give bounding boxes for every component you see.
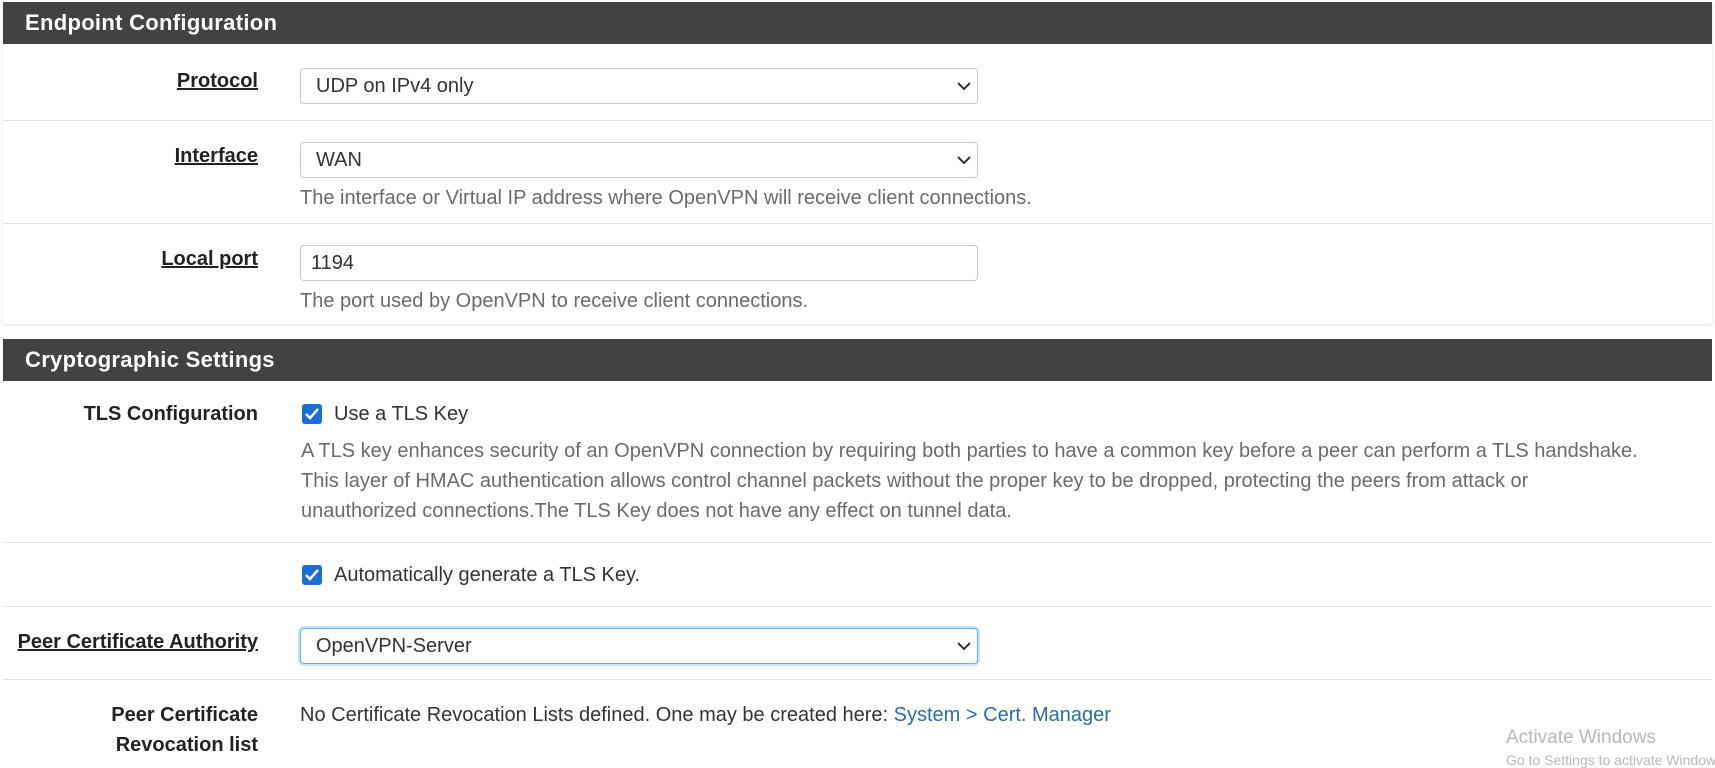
auto-tls-row: Automatically generate a TLS Key. <box>3 542 1712 606</box>
local-port-label: Local port <box>161 248 258 270</box>
tls-label: TLS Configuration <box>83 403 258 425</box>
chevron-down-icon <box>957 156 971 165</box>
protocol-value: UDP on IPv4 only <box>316 75 474 97</box>
peer-crl-text: No Certificate Revocation Lists defined.… <box>300 704 1111 727</box>
crypto-heading: Cryptographic Settings <box>3 339 1712 381</box>
protocol-select[interactable]: UDP on IPv4 only <box>300 68 978 104</box>
peer-ca-label: Peer Certificate Authority <box>17 631 258 653</box>
protocol-label: Protocol <box>176 70 258 92</box>
peer-crl-row: Peer Certificate Revocation list No Cert… <box>3 679 1712 768</box>
tls-help-line-3: unauthorized connections.The TLS Key doe… <box>301 500 1012 522</box>
local-port-help: The port used by OpenVPN to receive clie… <box>300 290 809 312</box>
peer-ca-row: Peer Certificate Authority OpenVPN-Serve… <box>3 606 1712 679</box>
activate-windows-title: Activate Windows <box>1506 727 1656 748</box>
peer-ca-select[interactable]: OpenVPN-Server <box>300 628 978 664</box>
checkmark-icon <box>305 569 319 581</box>
auto-tls-checkbox[interactable] <box>302 565 322 585</box>
tls-help-line-2: This layer of HMAC authentication allows… <box>301 470 1529 492</box>
auto-tls-checkbox-label: Automatically generate a TLS Key. <box>334 564 641 586</box>
interface-value: WAN <box>316 149 362 171</box>
peer-crl-label-2: Revocation list <box>115 734 258 756</box>
crypto-panel: Cryptographic Settings TLS Configuration… <box>3 339 1712 768</box>
peer-ca-value: OpenVPN-Server <box>316 635 472 657</box>
cert-manager-link[interactable]: System > Cert. Manager <box>894 704 1111 726</box>
local-port-value: 1194 <box>311 252 355 274</box>
tls-checkbox[interactable] <box>302 404 322 424</box>
tls-row: TLS Configuration Use a TLS Key A TLS ke… <box>3 381 1712 542</box>
peer-crl-message: No Certificate Revocation Lists defined.… <box>300 704 894 726</box>
endpoint-panel: Endpoint Configuration Protocol UDP on I… <box>3 2 1712 324</box>
chevron-down-icon <box>957 642 971 651</box>
local-port-row: Local port 1194 The port used by OpenVPN… <box>3 223 1712 324</box>
interface-row: Interface WAN The interface or Virtual I… <box>3 120 1712 223</box>
interface-select[interactable]: WAN <box>300 142 978 178</box>
checkmark-icon <box>305 408 319 420</box>
chevron-down-icon <box>957 82 971 91</box>
protocol-row: Protocol UDP on IPv4 only <box>3 44 1712 120</box>
tls-checkbox-label: Use a TLS Key <box>334 403 469 425</box>
tls-help-line-1: A TLS key enhances security of an OpenVP… <box>301 440 1638 462</box>
local-port-input[interactable]: 1194 <box>300 245 978 281</box>
activate-windows-subtitle: Go to Settings to activate Windows. <box>1506 752 1715 768</box>
interface-label: Interface <box>174 145 258 167</box>
interface-help: The interface or Virtual IP address wher… <box>300 187 1032 209</box>
endpoint-heading: Endpoint Configuration <box>3 2 1712 44</box>
peer-crl-label-1: Peer Certificate <box>111 704 258 726</box>
